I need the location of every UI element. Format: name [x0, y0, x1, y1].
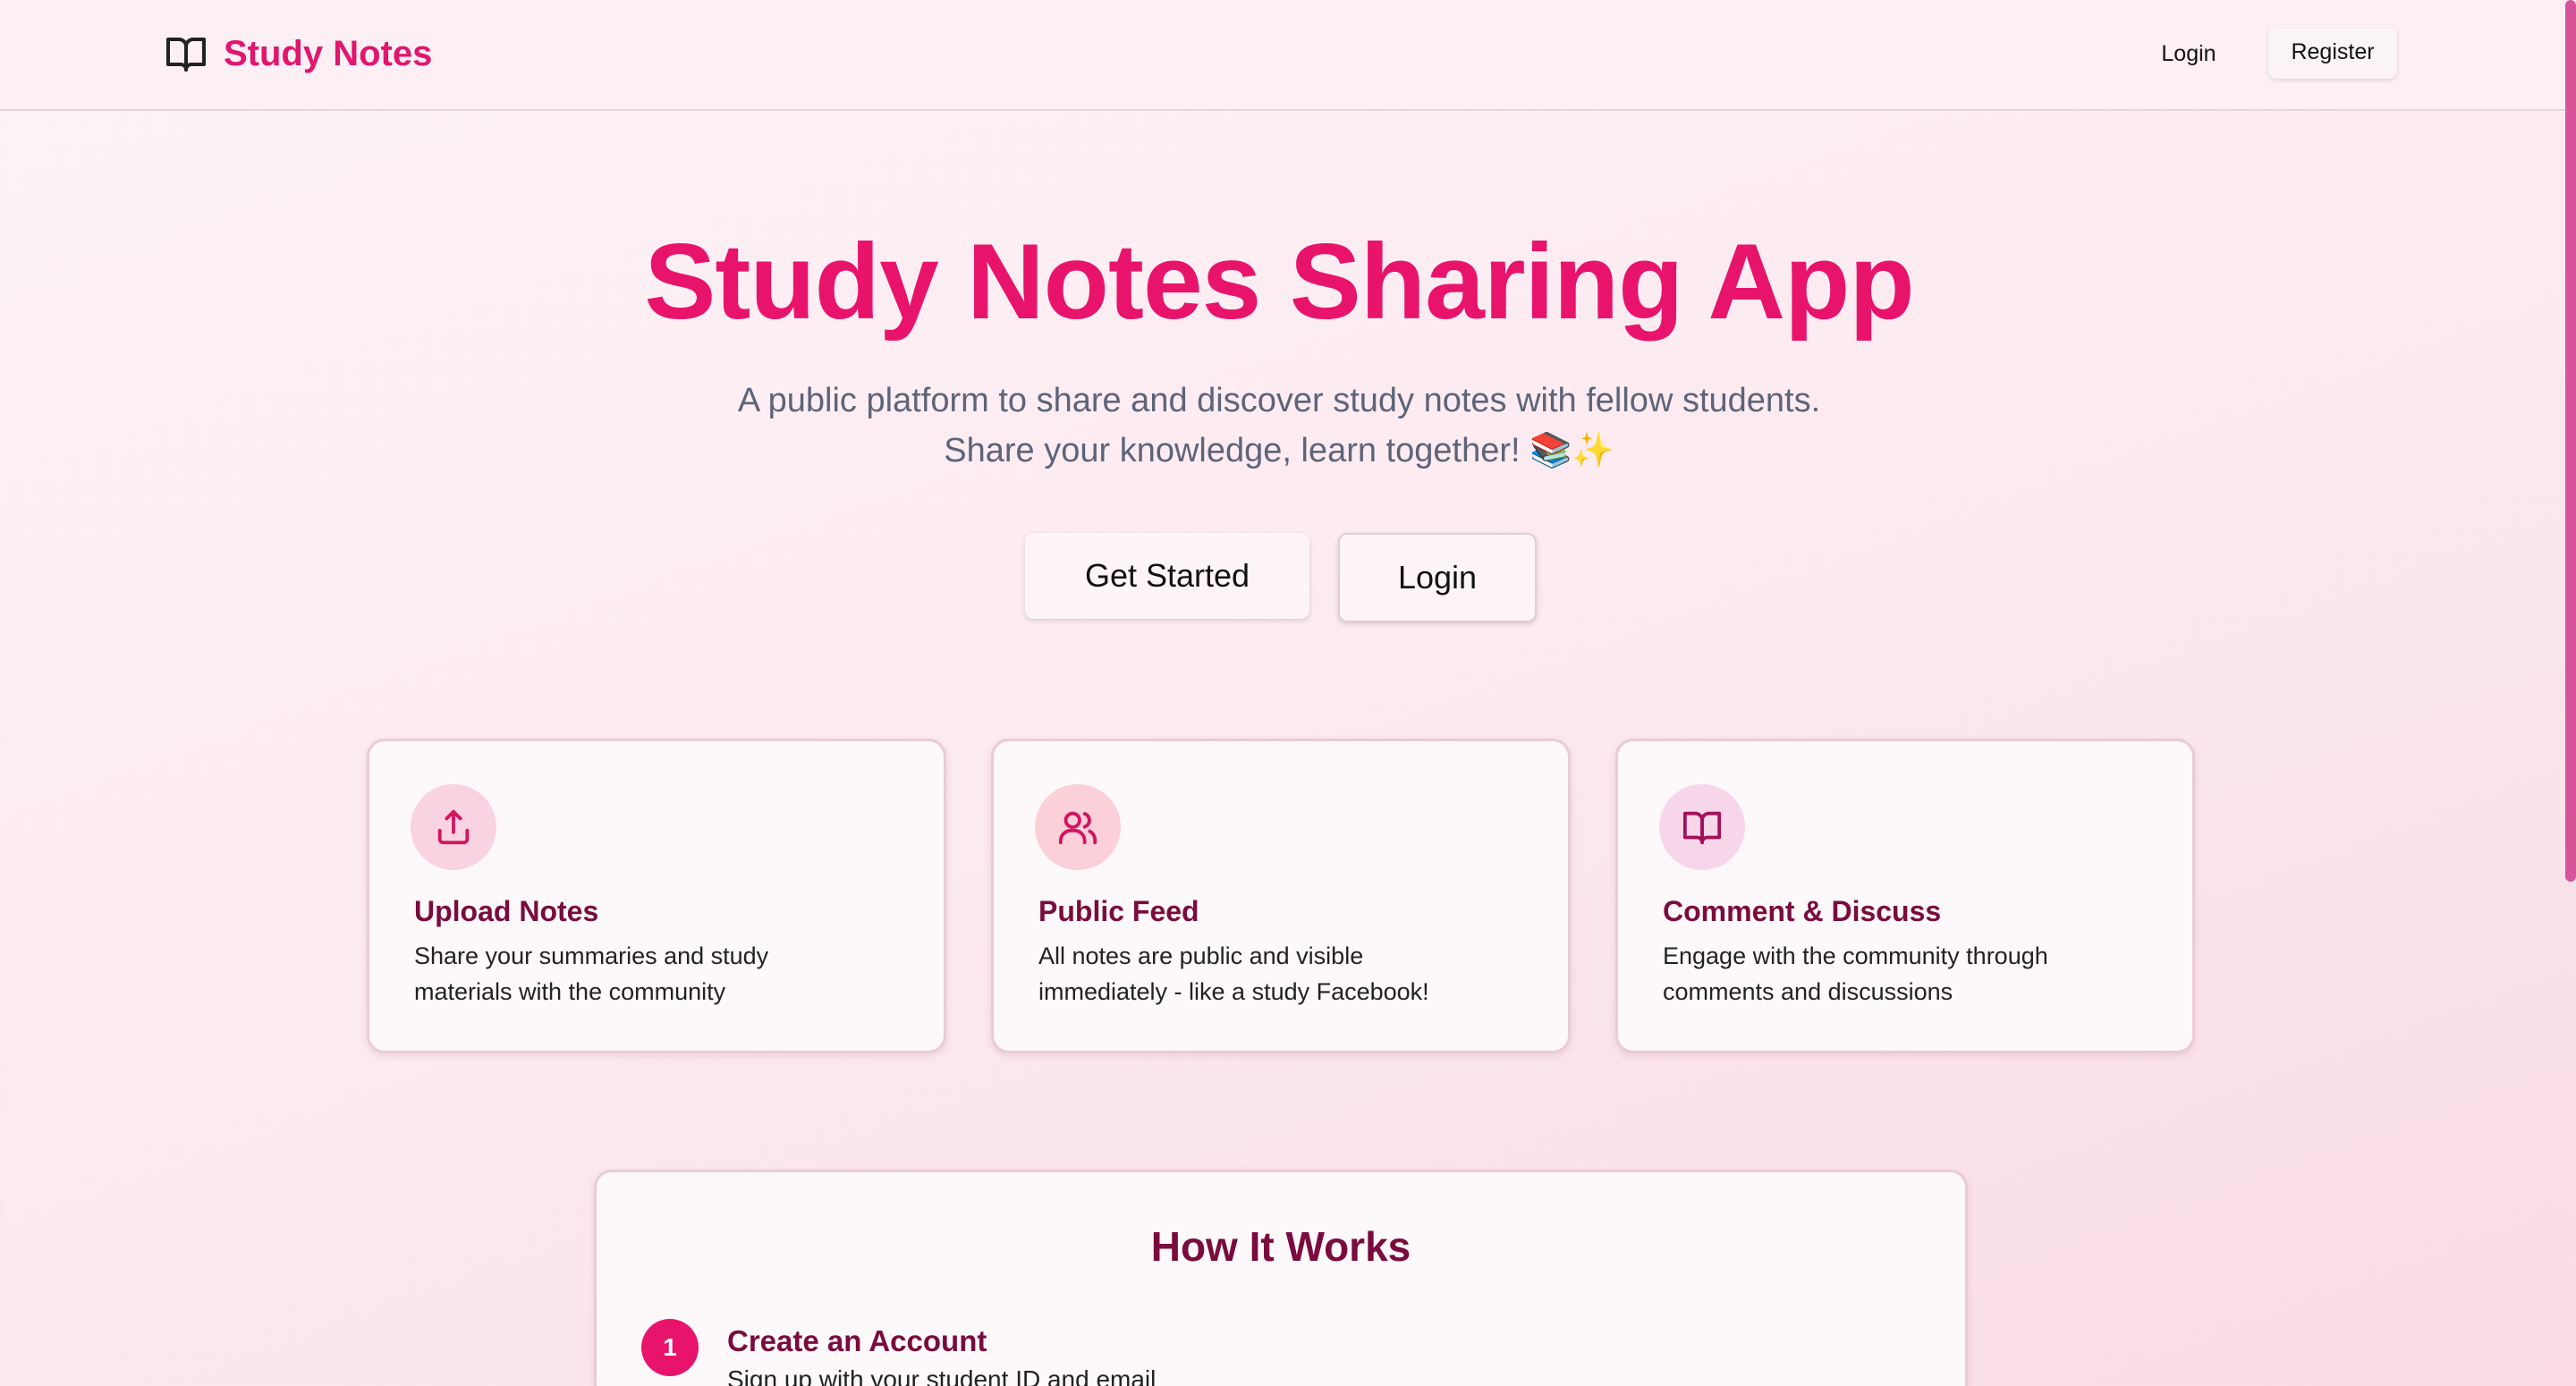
feature-title: Comment & Discuss [1663, 895, 1942, 927]
hero-login-button[interactable]: Login [1338, 533, 1537, 622]
hero-subtitle-line-2: Share your knowledge, learn together! 📚✨ [944, 432, 1614, 469]
how-it-works-title: How It Works [1150, 1223, 1411, 1270]
how-it-works-section: How It Works 1 Create an Account Sign up… [594, 1170, 1968, 1386]
feature-card-public-feed: Public Feed All notes are public and vis… [991, 739, 1571, 1053]
get-started-button[interactable]: Get Started [1025, 533, 1309, 619]
hero-title: Study Notes Sharing App [644, 222, 1914, 342]
hero-subtitle: A public platform to share and discover … [0, 376, 2558, 476]
feature-title: Public Feed [1038, 895, 1199, 927]
feature-card-upload: Upload Notes Share your summaries and st… [367, 739, 946, 1053]
users-icon [1035, 784, 1121, 870]
step-title: Create an Account [727, 1324, 987, 1357]
book-open-icon [165, 32, 208, 75]
upload-icon [411, 784, 496, 870]
hero-subtitle-line-1: A public platform to share and discover … [737, 382, 1821, 419]
feature-title: Upload Notes [414, 895, 599, 927]
feature-description: Engage with the community through commen… [1663, 938, 2164, 1010]
feature-description: Share your summaries and study materials… [414, 938, 915, 1010]
feature-description-line-1: Engage with the community through [1663, 942, 2048, 969]
step-number-badge: 1 [641, 1319, 699, 1376]
nav-login-link[interactable]: Login [2140, 27, 2238, 80]
feature-description-line-2: comments and discussions [1663, 978, 1953, 1005]
book-open-icon [1659, 784, 1745, 870]
top-nav: Study Notes Login Register [0, 0, 2576, 111]
brand-link[interactable]: Study Notes [165, 27, 432, 80]
brand-name: Study Notes [224, 33, 433, 73]
feature-description-line-1: All notes are public and visible [1038, 942, 1364, 969]
feature-card-comment: Comment & Discuss Engage with the commun… [1615, 739, 2195, 1053]
feature-description-line-1: Share your summaries and study [414, 942, 769, 969]
scrollbar-thumb[interactable] [2565, 0, 2576, 882]
feature-description-line-2: immediately - like a study Facebook! [1038, 978, 1429, 1005]
nav-register-button[interactable]: Register [2268, 25, 2397, 79]
feature-description-line-2: materials with the community [414, 978, 726, 1005]
page-scrollbar[interactable] [2563, 0, 2576, 1386]
step-description: Sign up with your student ID and email [727, 1365, 1157, 1386]
feature-description: All notes are public and visible immedia… [1038, 938, 1539, 1010]
